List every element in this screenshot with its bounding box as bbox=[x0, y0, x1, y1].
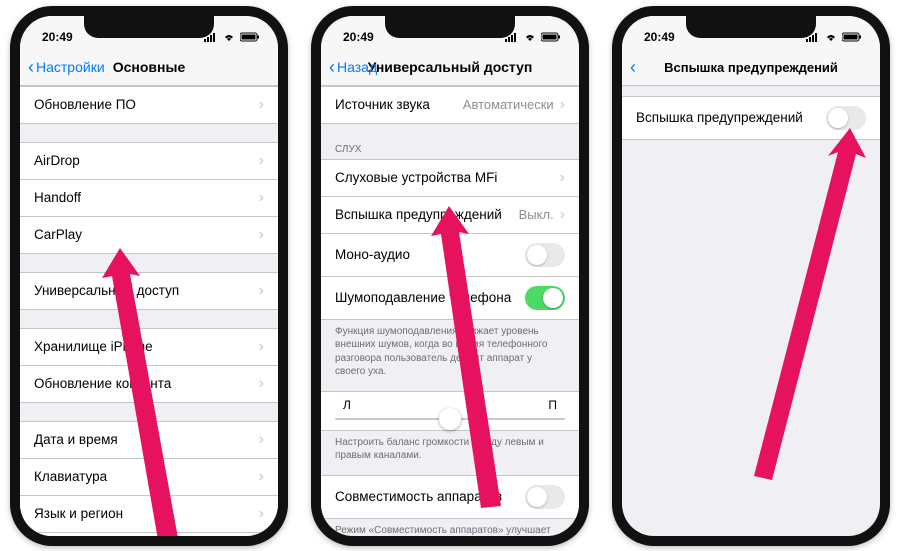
row-hearing-aid-compat[interactable]: Совместимость аппаратов bbox=[321, 475, 579, 519]
content[interactable]: Обновление ПО › AirDrop › Handoff › CarPla… bbox=[20, 86, 278, 536]
phone-general-settings: 20:49 ‹ Настройки Основные Обновление ПО… bbox=[10, 6, 288, 546]
page-title: Основные bbox=[113, 59, 186, 75]
row-label: Шумоподавление телефона bbox=[335, 290, 511, 305]
row-label: Моно-аудио bbox=[335, 247, 410, 262]
battery-icon bbox=[240, 32, 260, 42]
row-software-update[interactable]: Обновление ПО › bbox=[20, 86, 278, 124]
row-label: CarPlay bbox=[34, 227, 82, 242]
row-mfi-hearing-devices[interactable]: Слуховые устройства MFi › bbox=[321, 159, 579, 196]
row-led-flash-toggle[interactable]: Вспышка предупреждений bbox=[622, 96, 880, 140]
row-iphone-storage[interactable]: Хранилище iPhone › bbox=[20, 328, 278, 365]
back-button[interactable]: ‹ Настройки bbox=[28, 58, 105, 76]
footer-noise-cancel: Функция шумоподавления снижает уровень в… bbox=[321, 320, 579, 379]
row-label: Дата и время bbox=[34, 432, 118, 447]
status-icons bbox=[806, 32, 862, 42]
status-icons bbox=[505, 32, 561, 42]
wifi-icon bbox=[523, 32, 537, 42]
chevron-right-icon: › bbox=[560, 169, 565, 187]
status-time: 20:49 bbox=[343, 30, 374, 44]
row-led-flash-alerts[interactable]: Вспышка предупреждений Выкл.› bbox=[321, 196, 579, 233]
row-label: Обновление контента bbox=[34, 376, 171, 391]
row-detail: Автоматически› bbox=[463, 96, 565, 114]
notch bbox=[385, 16, 515, 38]
row-label: Клавиатура bbox=[34, 469, 107, 484]
status-icons bbox=[204, 32, 260, 42]
row-label: Источник звука bbox=[335, 97, 430, 112]
row-label: Handoff bbox=[34, 190, 81, 205]
row-label: Слуховые устройства MFi bbox=[335, 170, 497, 185]
row-carplay[interactable]: CarPlay › bbox=[20, 216, 278, 254]
phone-led-flash-alerts: 20:49 ‹ Вспышка предупреждений Вспышка п… bbox=[612, 6, 890, 546]
row-label: Язык и регион bbox=[34, 506, 123, 521]
chevron-right-icon: › bbox=[560, 206, 565, 224]
row-accessibility[interactable]: Универсальный доступ › bbox=[20, 272, 278, 310]
nav-bar: ‹ Вспышка предупреждений bbox=[622, 50, 880, 86]
chevron-right-icon: › bbox=[259, 96, 264, 114]
balance-slider-row: Л П bbox=[321, 391, 579, 431]
chevron-right-icon: › bbox=[259, 338, 264, 356]
chevron-left-icon: ‹ bbox=[630, 58, 636, 76]
slider-thumb[interactable] bbox=[439, 408, 461, 430]
row-label: Универсальный доступ bbox=[34, 283, 179, 298]
row-phone-noise-cancel[interactable]: Шумоподавление телефона bbox=[321, 276, 579, 320]
row-label: Вспышка предупреждений bbox=[636, 110, 803, 125]
footer-balance: Настроить баланс громкости между левым и… bbox=[321, 431, 579, 463]
balance-right-label: П bbox=[548, 398, 557, 412]
chevron-right-icon: › bbox=[259, 189, 264, 207]
row-handoff[interactable]: Handoff › bbox=[20, 179, 278, 216]
toggle-led-flash[interactable] bbox=[826, 106, 866, 130]
battery-icon bbox=[541, 32, 561, 42]
nav-bar: ‹ Настройки Основные bbox=[20, 50, 278, 86]
annotation-arrow bbox=[732, 128, 872, 488]
content[interactable]: Источник звука Автоматически› СЛУХ Слухо… bbox=[321, 86, 579, 536]
balance-left-label: Л bbox=[343, 398, 351, 412]
chevron-right-icon: › bbox=[259, 431, 264, 449]
row-date-time[interactable]: Дата и время › bbox=[20, 421, 278, 458]
row-label: Хранилище iPhone bbox=[34, 339, 153, 354]
chevron-left-icon: ‹ bbox=[329, 58, 335, 76]
balance-slider[interactable] bbox=[335, 418, 565, 420]
nav-bar: ‹ Назад Универсальный доступ bbox=[321, 50, 579, 86]
row-dictionary[interactable]: Словарь› bbox=[20, 532, 278, 536]
status-time: 20:49 bbox=[644, 30, 675, 44]
chevron-right-icon: › bbox=[259, 375, 264, 393]
row-label: AirDrop bbox=[34, 153, 80, 168]
notch bbox=[686, 16, 816, 38]
notch bbox=[84, 16, 214, 38]
toggle-hearing-aid-compat[interactable] bbox=[525, 485, 565, 509]
back-label: Назад bbox=[337, 59, 377, 75]
toggle-mono-audio[interactable] bbox=[525, 243, 565, 267]
row-airdrop[interactable]: AirDrop › bbox=[20, 142, 278, 179]
chevron-right-icon: › bbox=[259, 505, 264, 523]
back-label: Настройки bbox=[36, 59, 105, 75]
row-language-region[interactable]: Язык и регион › bbox=[20, 495, 278, 532]
footer-compat: Режим «Совместимость аппаратов» улучшает… bbox=[321, 519, 579, 536]
wifi-icon bbox=[824, 32, 838, 42]
page-title: Универсальный доступ bbox=[368, 59, 533, 75]
row-background-refresh[interactable]: Обновление контента › bbox=[20, 365, 278, 403]
status-time: 20:49 bbox=[42, 30, 73, 44]
row-label: Совместимость аппаратов bbox=[335, 489, 502, 504]
wifi-icon bbox=[222, 32, 236, 42]
chevron-right-icon: › bbox=[560, 96, 565, 114]
phone-accessibility: 20:49 ‹ Назад Универсальный доступ Источ… bbox=[311, 6, 589, 546]
battery-icon bbox=[842, 32, 862, 42]
chevron-right-icon: › bbox=[259, 226, 264, 244]
chevron-left-icon: ‹ bbox=[28, 58, 34, 76]
row-label: Вспышка предупреждений bbox=[335, 207, 502, 222]
row-audio-source[interactable]: Источник звука Автоматически› bbox=[321, 86, 579, 124]
section-header-hearing: СЛУХ bbox=[321, 140, 579, 159]
row-keyboard[interactable]: Клавиатура › bbox=[20, 458, 278, 495]
row-label: Обновление ПО bbox=[34, 97, 136, 112]
chevron-right-icon: › bbox=[259, 468, 264, 486]
back-button[interactable]: ‹ bbox=[630, 58, 636, 76]
row-detail: Выкл.› bbox=[519, 206, 565, 224]
row-mono-audio[interactable]: Моно-аудио bbox=[321, 233, 579, 276]
page-title: Вспышка предупреждений bbox=[664, 60, 838, 75]
chevron-right-icon: › bbox=[259, 152, 264, 170]
chevron-right-icon: › bbox=[259, 282, 264, 300]
toggle-noise-cancel[interactable] bbox=[525, 286, 565, 310]
content[interactable]: Вспышка предупреждений bbox=[622, 86, 880, 536]
back-button[interactable]: ‹ Назад bbox=[329, 58, 377, 76]
